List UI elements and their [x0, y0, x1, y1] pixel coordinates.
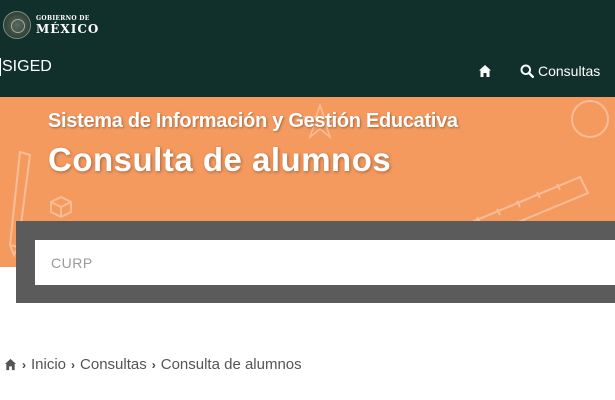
- national-seal-icon: [3, 11, 31, 39]
- chevron-right-icon: ›: [151, 357, 156, 372]
- circle-doodle-icon: [571, 100, 609, 138]
- app-name[interactable]: SIGED: [2, 58, 52, 76]
- gov-logo-small-text: GOBIERNO DE: [36, 14, 90, 22]
- gov-logo-big-text: MÉXICO: [36, 21, 100, 36]
- chevron-right-icon: ›: [71, 357, 76, 372]
- banner-subtitle: Sistema de Información y Gestión Educati…: [48, 110, 458, 132]
- home-icon: [479, 65, 491, 77]
- nav-home-button[interactable]: [478, 64, 492, 78]
- breadcrumb: › Inicio › Consultas › Consulta de alumn…: [4, 356, 302, 373]
- breadcrumb-item-consultas[interactable]: Consultas: [80, 356, 147, 373]
- breadcrumb-item-current: Consulta de alumnos: [160, 356, 302, 373]
- home-icon[interactable]: [4, 358, 17, 371]
- top-header: GOBIERNO DE MÉXICO SIGED Consultas: [0, 0, 615, 97]
- gobierno-de-mexico-logo[interactable]: GOBIERNO DE MÉXICO: [3, 10, 99, 40]
- page-title: Consulta de alumnos: [48, 141, 392, 178]
- nav-consultas-label: Consultas: [538, 63, 601, 79]
- search-icon: [520, 64, 534, 78]
- breadcrumb-item-inicio[interactable]: Inicio: [31, 356, 66, 373]
- curp-search-input[interactable]: [35, 240, 615, 285]
- text-cursor: [0, 58, 1, 76]
- cube-doodle-icon: [50, 195, 72, 219]
- nav-consultas-button[interactable]: Consultas: [520, 63, 600, 79]
- gov-logo-text: GOBIERNO DE MÉXICO: [36, 14, 100, 36]
- chevron-right-icon: ›: [22, 357, 26, 372]
